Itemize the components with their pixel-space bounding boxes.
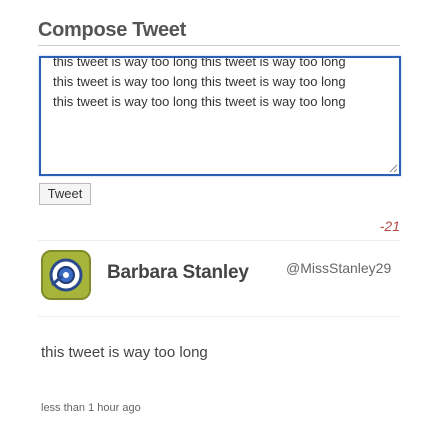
- tweet-button[interactable]: Tweet: [39, 183, 91, 205]
- tweet-textarea-text: this tweet is way too long this tweet is…: [53, 56, 346, 109]
- page-header: Compose Tweet: [38, 18, 400, 46]
- tweet-text: this tweet is way too long: [41, 344, 208, 361]
- divider: [38, 240, 400, 241]
- avatar: [41, 250, 91, 300]
- divider: [38, 316, 400, 317]
- tweet-textarea[interactable]: this tweet is way too long this tweet is…: [39, 56, 401, 176]
- tweet-timestamp: less than 1 hour ago: [41, 402, 141, 414]
- resize-handle-icon[interactable]: [388, 163, 398, 173]
- user-name: Barbara Stanley: [107, 262, 249, 283]
- compose-tweet-page: Compose Tweet this tweet is way too long…: [0, 0, 445, 444]
- avatar-icon: [43, 252, 89, 298]
- char-count: -21: [379, 218, 400, 234]
- user-handle: @MissStanley29: [286, 260, 392, 276]
- page-title: Compose Tweet: [38, 19, 186, 41]
